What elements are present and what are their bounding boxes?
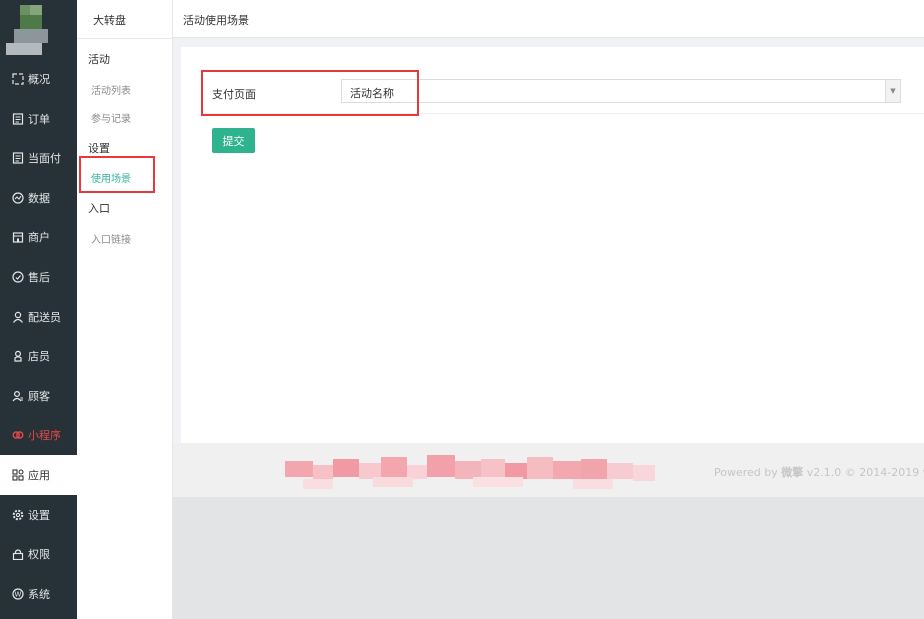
content-panel: 支付页面 活动名称 ▼ 提交 [181,47,924,443]
nav-item-label: 系统 [28,587,50,601]
nav-item-label: 店员 [28,350,50,364]
apps-icon [11,468,25,482]
subnav-item-entry-link[interactable]: 入口链接 [91,231,131,246]
subnav-item-usage-scenario[interactable]: 使用场景 [91,170,131,185]
pay-page-label: 支付页面 [212,88,256,101]
nav-item-label: 订单 [28,112,50,126]
powered-by-text: Powered by 微擎 v2.1.0 © 2014-2019 www [714,464,924,480]
nav-item-label: 设置 [28,508,50,522]
nav-item-label: 小程序 [28,429,61,443]
courier-icon [11,310,25,324]
powered-suffix: v2.1.0 © 2014-2019 www [806,466,924,479]
svg-text:W: W [15,590,22,598]
nav-item-label: 售后 [28,271,50,284]
nav-item-1[interactable]: 订单 [0,99,77,139]
subnav-group-settings: 设置 [88,142,110,155]
submit-button[interactable]: 提交 [212,128,255,153]
subnav-divider [77,38,172,39]
nav-item-label: 应用 [28,469,50,482]
nav-item-label: 配送员 [28,310,61,324]
page-title: 活动使用场景 [183,14,249,27]
nav-item-label: 概况 [28,73,50,86]
nav-item-5[interactable]: 售后 [0,257,77,297]
subnav-group-activity: 活动 [88,53,110,66]
activity-select[interactable]: 活动名称 ▼ [341,79,901,103]
settings-icon [11,508,25,522]
activity-select-value: 活动名称 [350,87,394,100]
blurred-logo [0,0,77,58]
after-sale-icon [11,270,25,284]
subnav-title: 大转盘 [93,14,126,27]
form-divider [201,113,924,114]
nav-item-6[interactable]: 配送员 [0,297,77,337]
nav-item-3[interactable]: 数据 [0,178,77,218]
bottom-area [173,497,924,619]
nav-item-label: 顾客 [28,389,50,403]
order-icon [11,112,25,126]
nav-item-label: 数据 [28,191,50,205]
powered-prefix: Powered by [714,466,782,479]
nav-item-11[interactable]: 设置 [0,495,77,535]
chevron-down-icon[interactable]: ▼ [885,80,900,102]
nav-item-9[interactable]: 小程序 [0,415,77,455]
subnav-item-activity-list[interactable]: 活动列表 [91,82,131,97]
nav-item-label: 权限 [28,548,50,562]
overview-icon [11,72,25,86]
nav-item-2[interactable]: 当面付 [0,138,77,178]
clerk-icon [11,349,25,363]
customer-icon [11,389,25,403]
store-icon [11,230,25,244]
nav-item-4[interactable]: 商户 [0,217,77,257]
system-icon: W [11,587,25,601]
secondary-sidebar: 大转盘 活动 活动列表 参与记录 设置 使用场景 入口 入口链接 [77,0,173,619]
nav-item-12[interactable]: 权限 [0,534,77,574]
page-footer: Powered by 微擎 v2.1.0 © 2014-2019 www [173,443,924,497]
face-pay-icon [11,151,25,165]
nav-item-label: 商户 [28,231,50,245]
miniapp-icon [11,428,25,442]
data-icon [11,191,25,205]
nav-item-label: 当面付 [28,152,61,166]
main-sidebar: 概况订单当面付数据商户售后配送员店员顾客小程序应用设置权限 W 系统 [0,0,77,619]
nav-item-0[interactable]: 概况 [0,59,77,99]
nav-item-10[interactable]: 应用 [0,455,77,495]
nav-item-8[interactable]: 顾客 [0,376,77,416]
nav-item-13[interactable]: W 系统 [0,574,77,614]
lock-icon [11,547,25,561]
subnav-group-entry: 入口 [88,202,110,215]
nav-item-7[interactable]: 店员 [0,336,77,376]
powered-brand: 微擎 [781,466,804,479]
page-header: 活动使用场景 [173,0,924,38]
subnav-item-participation-records[interactable]: 参与记录 [91,110,131,125]
